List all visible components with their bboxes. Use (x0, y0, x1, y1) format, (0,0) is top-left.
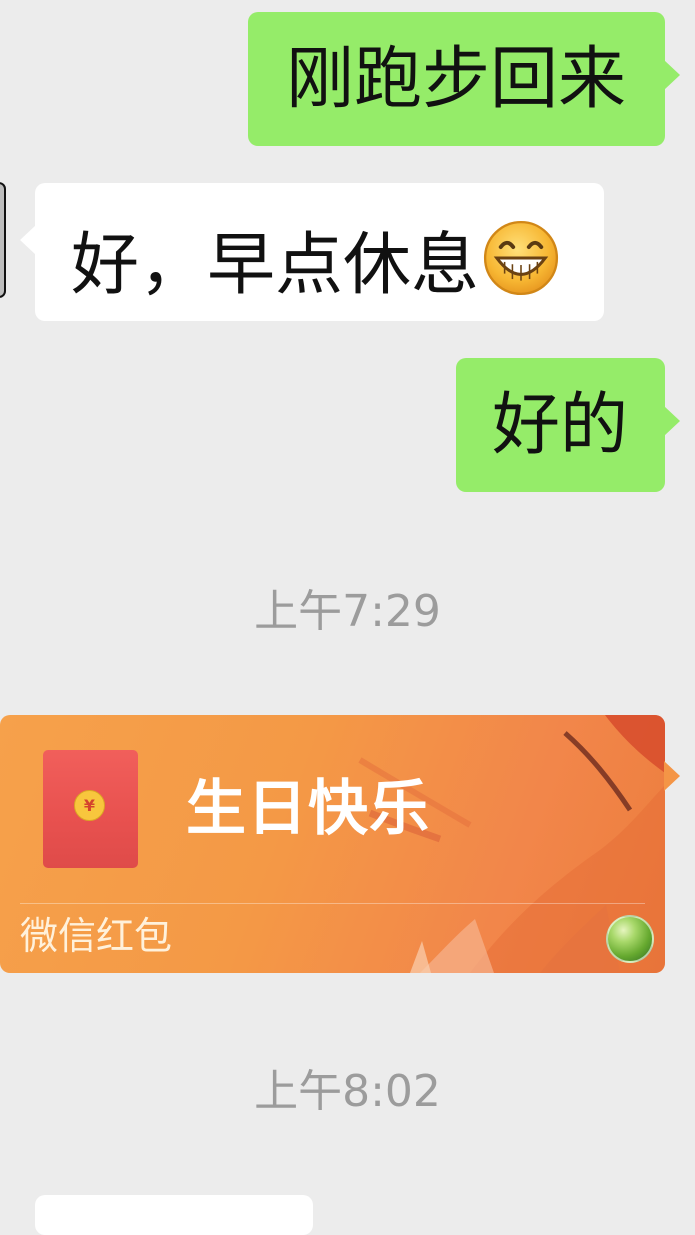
received-message-bubble[interactable] (35, 1195, 313, 1235)
coin-icon: ¥ (74, 790, 105, 821)
grinning-face-emoji (483, 220, 559, 296)
red-packet-message[interactable]: ¥ 生日快乐 微信红包 (0, 715, 680, 973)
chat-thread: 刚跑步回来 好，早点休息 好的 上午7:29 ¥ 生日快乐 微信红包 上午8:0… (0, 0, 695, 1235)
red-packet-divider (20, 903, 645, 904)
message-text: 刚跑步回来 (286, 40, 627, 119)
red-envelope-icon: ¥ (43, 750, 138, 868)
sent-message-bubble[interactable]: 好的 (456, 358, 680, 492)
sent-message-bubble[interactable]: 刚跑步回来 (248, 12, 680, 146)
contact-avatar[interactable] (0, 182, 6, 298)
sender-avatar[interactable] (606, 915, 654, 963)
message-text: 好，早点休息 (71, 226, 480, 305)
received-message-bubble[interactable]: 好，早点休息 (20, 183, 604, 321)
red-packet-label: 微信红包 (20, 914, 173, 958)
message-timestamp: 上午7:29 (254, 586, 441, 637)
red-packet-title: 生日快乐 (186, 774, 430, 844)
message-timestamp: 上午8:02 (254, 1066, 441, 1117)
message-text: 好的 (492, 386, 629, 465)
